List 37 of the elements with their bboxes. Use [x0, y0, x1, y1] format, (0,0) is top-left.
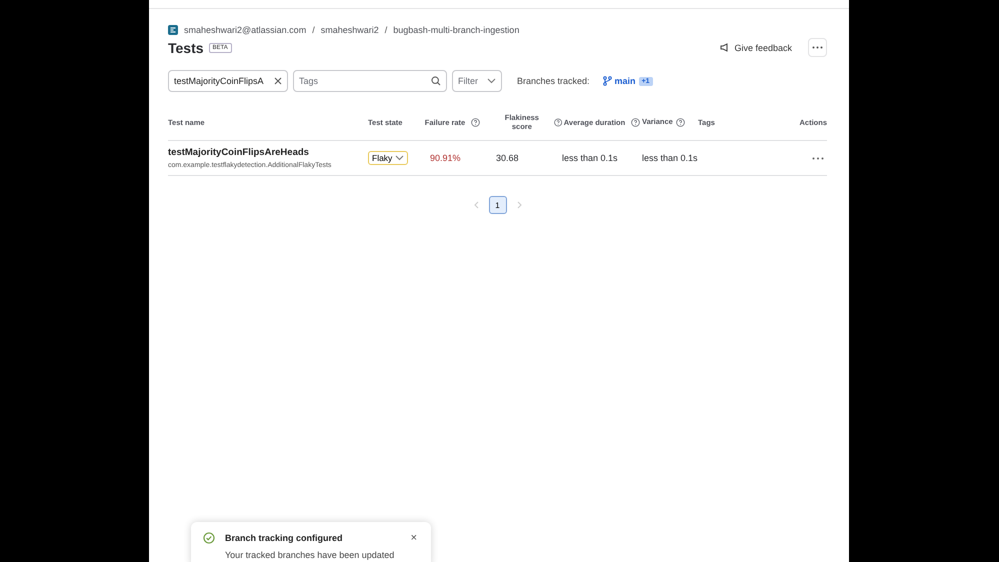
breadcrumb-link[interactable]: smaheshwari2	[320, 25, 379, 35]
search-icon	[431, 76, 441, 86]
filter-dropdown[interactable]: Filter	[452, 70, 502, 92]
help-icon[interactable]	[676, 118, 685, 126]
more-button[interactable]	[808, 38, 827, 57]
app-logo-icon	[168, 25, 178, 35]
variance: less than 0.1s	[642, 152, 698, 164]
page-title: Tests	[168, 40, 204, 56]
branches-label: Branches tracked:	[517, 76, 590, 86]
breadcrumb-link[interactable]: smaheshwari2@atlassian.com	[184, 25, 306, 35]
breadcrumb-separator: /	[312, 25, 315, 35]
page-button[interactable]: 1	[488, 196, 506, 214]
search-field[interactable]: testMajorityCoinFlipsA	[168, 70, 288, 92]
help-icon[interactable]	[471, 118, 480, 126]
breadcrumb-separator: /	[384, 25, 388, 35]
flakiness-score: 30.68	[495, 153, 520, 163]
branch-link[interactable]: main	[614, 76, 636, 86]
close-button[interactable]: ×	[410, 532, 417, 544]
toast-title: Branch tracking configured	[225, 533, 344, 543]
tags-field[interactable]: Tags	[293, 70, 447, 92]
help-icon[interactable]	[631, 118, 640, 126]
give-feedback-button[interactable]: Give feedback	[714, 42, 798, 54]
chevron-down-icon	[395, 155, 404, 161]
average-duration: less than 0.1s	[562, 153, 619, 163]
toast-message: Your tracked branches have been updated	[225, 550, 396, 560]
breadcrumb-link[interactable]: bugbash-multi-branch-ingestion	[393, 25, 520, 35]
check-circle-icon	[203, 532, 215, 544]
more-icon	[812, 156, 824, 160]
clear-icon[interactable]	[274, 77, 282, 85]
help-icon[interactable]	[554, 118, 562, 126]
failure-rate: 90.91%	[429, 153, 462, 163]
chevron-down-icon	[487, 78, 496, 84]
megaphone-icon	[720, 43, 730, 52]
test-name[interactable]: testMajorityCoinFlipsAreHeads	[168, 147, 368, 158]
branch-icon	[602, 76, 612, 86]
more-icon	[812, 46, 823, 49]
state-dropdown[interactable]: Flaky	[368, 151, 408, 165]
